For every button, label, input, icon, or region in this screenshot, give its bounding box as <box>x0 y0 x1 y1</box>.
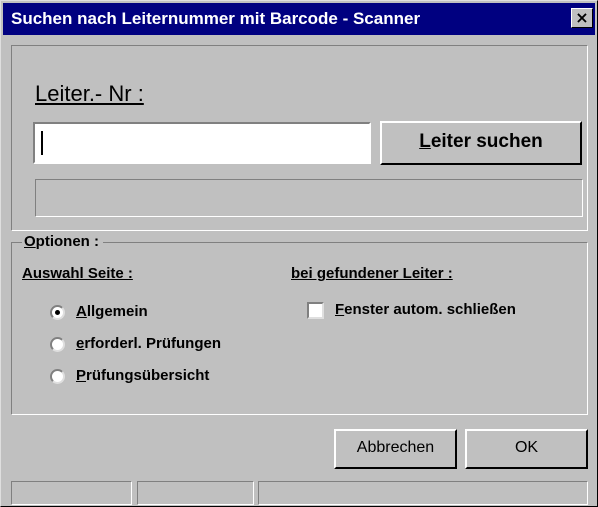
ok-button[interactable]: OK <box>465 429 588 469</box>
auswahl-seite-label: Auswahl Seite : <box>22 265 133 282</box>
text-caret <box>41 131 43 155</box>
abbrechen-button[interactable]: Abbrechen <box>334 429 457 469</box>
status-pane-1 <box>11 481 132 505</box>
radio-button[interactable] <box>50 369 65 384</box>
status-pane-3 <box>258 481 588 505</box>
fenster-schliessen-checkbox[interactable] <box>307 302 324 319</box>
options-legend: Optionen : <box>22 233 103 250</box>
window-title: Suchen nach Leiternummer mit Barcode - S… <box>11 9 421 28</box>
leiter-suchen-button[interactable]: Leiter suchen <box>380 121 582 165</box>
radio-dot-icon <box>55 310 60 315</box>
leiter-nr-label: Leiter.- Nr : <box>35 81 144 106</box>
radio-button[interactable] <box>50 337 65 352</box>
gefundener-leiter-label: bei gefundener Leiter : <box>291 265 453 282</box>
search-result-field <box>35 179 583 217</box>
radio-button-checked[interactable] <box>50 305 65 320</box>
close-icon: × <box>575 8 589 27</box>
leiter-nr-input[interactable] <box>33 122 371 164</box>
title-bar[interactable]: Suchen nach Leiternummer mit Barcode - S… <box>3 3 595 35</box>
dialog-window: Suchen nach Leiternummer mit Barcode - S… <box>0 0 598 507</box>
fenster-schliessen-label[interactable]: Fenster autom. schließen <box>335 300 516 320</box>
close-button[interactable]: × <box>571 8 593 28</box>
status-pane-2 <box>137 481 254 505</box>
